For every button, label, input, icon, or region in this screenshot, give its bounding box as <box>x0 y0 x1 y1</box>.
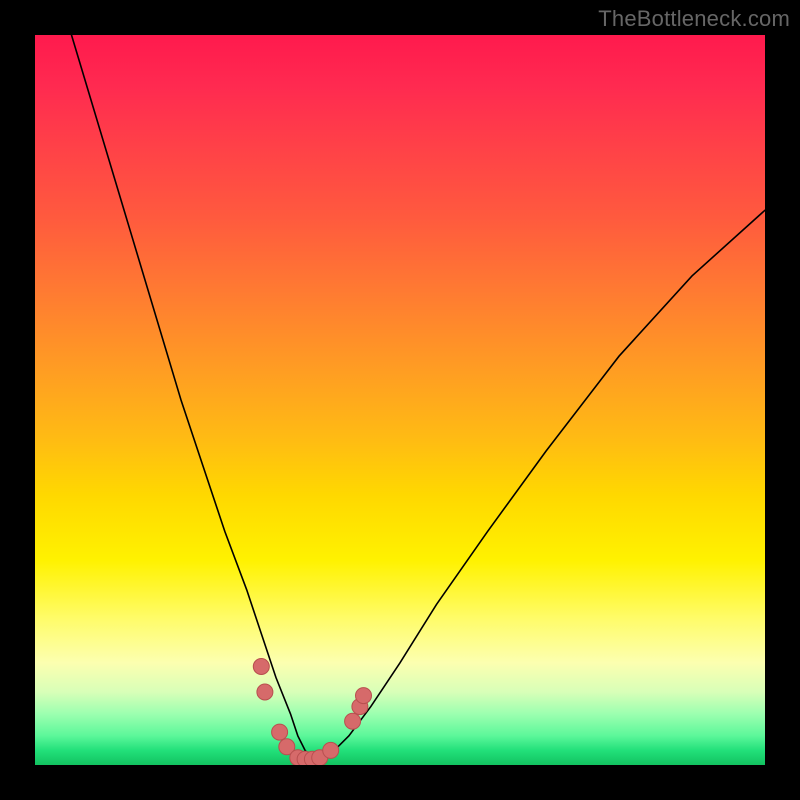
watermark-text: TheBottleneck.com <box>598 6 790 32</box>
data-point <box>272 724 288 740</box>
data-point <box>253 659 269 675</box>
data-point <box>323 742 339 758</box>
dot-layer <box>253 659 371 766</box>
data-point <box>356 688 372 704</box>
plot-area <box>35 35 765 765</box>
data-point <box>257 684 273 700</box>
data-point <box>345 713 361 729</box>
chart-frame: TheBottleneck.com <box>0 0 800 800</box>
chart-svg <box>35 35 765 765</box>
v-curve <box>72 35 766 758</box>
